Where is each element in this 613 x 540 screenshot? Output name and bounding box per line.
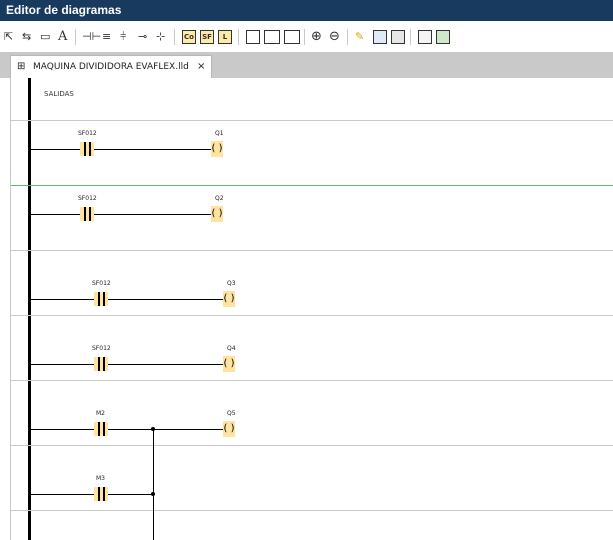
rung-divider <box>11 510 613 511</box>
single-frame-icon[interactable] <box>246 30 260 44</box>
text-tool-icon[interactable]: A <box>58 30 67 44</box>
rung-wire <box>94 214 211 215</box>
rung-wire <box>31 214 80 215</box>
left-power-rail <box>28 78 31 540</box>
zoom-in-icon[interactable]: ⊕ <box>311 30 322 44</box>
coil-tool-icon[interactable]: ⊸ <box>138 30 147 44</box>
tab-diagram-file[interactable]: ⊞ MAQUINA DIVIDIDORA EVAFLEX.lld × <box>10 55 212 79</box>
rung-divider <box>11 315 613 316</box>
output-coil[interactable]: ( ) <box>223 421 235 437</box>
toolbar-separator <box>75 29 76 45</box>
no-contact[interactable] <box>94 487 108 501</box>
coil-label: Q1 <box>215 130 224 137</box>
rung-wire <box>108 299 223 300</box>
block-tool-icon[interactable]: ▭ <box>40 30 50 44</box>
rung-divider <box>11 250 613 251</box>
toolbar-separator <box>347 29 348 45</box>
branch-wire <box>153 429 154 540</box>
pencil-icon[interactable]: ✎ <box>355 30 364 44</box>
rung-wire <box>31 494 94 495</box>
output-coil[interactable]: ( ) <box>223 291 235 307</box>
window-titlebar: Editor de diagramas <box>0 0 613 21</box>
coil-set-tool-icon[interactable]: ⊹ <box>156 30 165 44</box>
left-margin-line <box>10 78 11 540</box>
diagram-file-icon: ⊞ <box>17 61 26 72</box>
output-coil[interactable]: ( ) <box>211 206 223 222</box>
rung-divider <box>11 380 613 381</box>
rung-divider <box>11 120 613 121</box>
rung-divider <box>11 445 613 446</box>
output-coil[interactable]: ( ) <box>223 356 235 372</box>
no-contact[interactable] <box>94 357 108 371</box>
contact-label: SF012 <box>92 280 111 287</box>
no-contact[interactable] <box>94 422 108 436</box>
variables-icon[interactable] <box>418 30 432 44</box>
window-title: Editor de diagramas <box>6 3 122 17</box>
rung-wire <box>108 429 223 430</box>
no-contact[interactable] <box>80 207 94 221</box>
rung-wire <box>94 149 211 150</box>
table-icon[interactable] <box>373 30 387 44</box>
select-tool-icon[interactable]: ⇱ <box>4 30 13 44</box>
contact-tool-icon[interactable]: ⊣⊢ <box>82 30 101 44</box>
toolbar: ⇱ ⇆ ▭ A ⊣⊢ ≡ ⫩ ⊸ ⊹ Co SF L ⊕ ⊖ ✎ <box>0 21 613 53</box>
contact-label: SF012 <box>92 345 111 352</box>
toolbar-separator <box>304 29 305 45</box>
triple-frame-icon[interactable] <box>284 30 300 44</box>
connect-tool-icon[interactable]: ⇆ <box>22 30 31 44</box>
toolbar-separator <box>410 29 411 45</box>
coil-label: Q2 <box>215 195 224 202</box>
section-label: SALIDAS <box>44 90 74 98</box>
contact-label: SF012 <box>78 130 97 137</box>
toolbar-separator <box>174 29 175 45</box>
sf-tool-icon[interactable]: SF <box>200 30 214 44</box>
transfer-icon[interactable] <box>436 30 450 44</box>
rung-wire <box>108 494 153 495</box>
coil-label: Q5 <box>227 410 236 417</box>
coil-label: Q4 <box>227 345 236 352</box>
no-contact[interactable] <box>80 142 94 156</box>
branch-tool-icon[interactable]: ⫩ <box>120 30 126 44</box>
rung-wire <box>31 364 94 365</box>
output-coil[interactable]: ( ) <box>211 141 223 157</box>
rung-divider-selected <box>11 185 613 186</box>
zoom-out-icon[interactable]: ⊖ <box>329 30 340 44</box>
rung-wire <box>31 429 94 430</box>
close-icon[interactable]: × <box>197 61 205 72</box>
rung-wire <box>31 149 80 150</box>
ladder-canvas[interactable]: SALIDAS SF012 Q1 ( ) SF012 Q2 ( ) SF012 … <box>0 78 613 540</box>
toolbar-separator <box>238 29 239 45</box>
rung-wire <box>31 299 94 300</box>
tab-label: MAQUINA DIVIDIDORA EVAFLEX.lld <box>33 62 189 72</box>
contact-label: SF012 <box>78 195 97 202</box>
contact-label: M2 <box>96 410 105 417</box>
rung-wire <box>108 364 223 365</box>
l-tool-icon[interactable]: L <box>218 30 232 44</box>
parallel-tool-icon[interactable]: ≡ <box>102 30 111 44</box>
co-tool-icon[interactable]: Co <box>182 30 196 44</box>
tab-strip: ⊞ MAQUINA DIVIDIDORA EVAFLEX.lld × <box>0 52 613 79</box>
no-contact[interactable] <box>94 292 108 306</box>
double-frame-icon[interactable] <box>264 30 280 44</box>
properties-icon[interactable] <box>391 30 405 44</box>
coil-label: Q3 <box>227 280 236 287</box>
contact-label: M3 <box>96 475 105 482</box>
